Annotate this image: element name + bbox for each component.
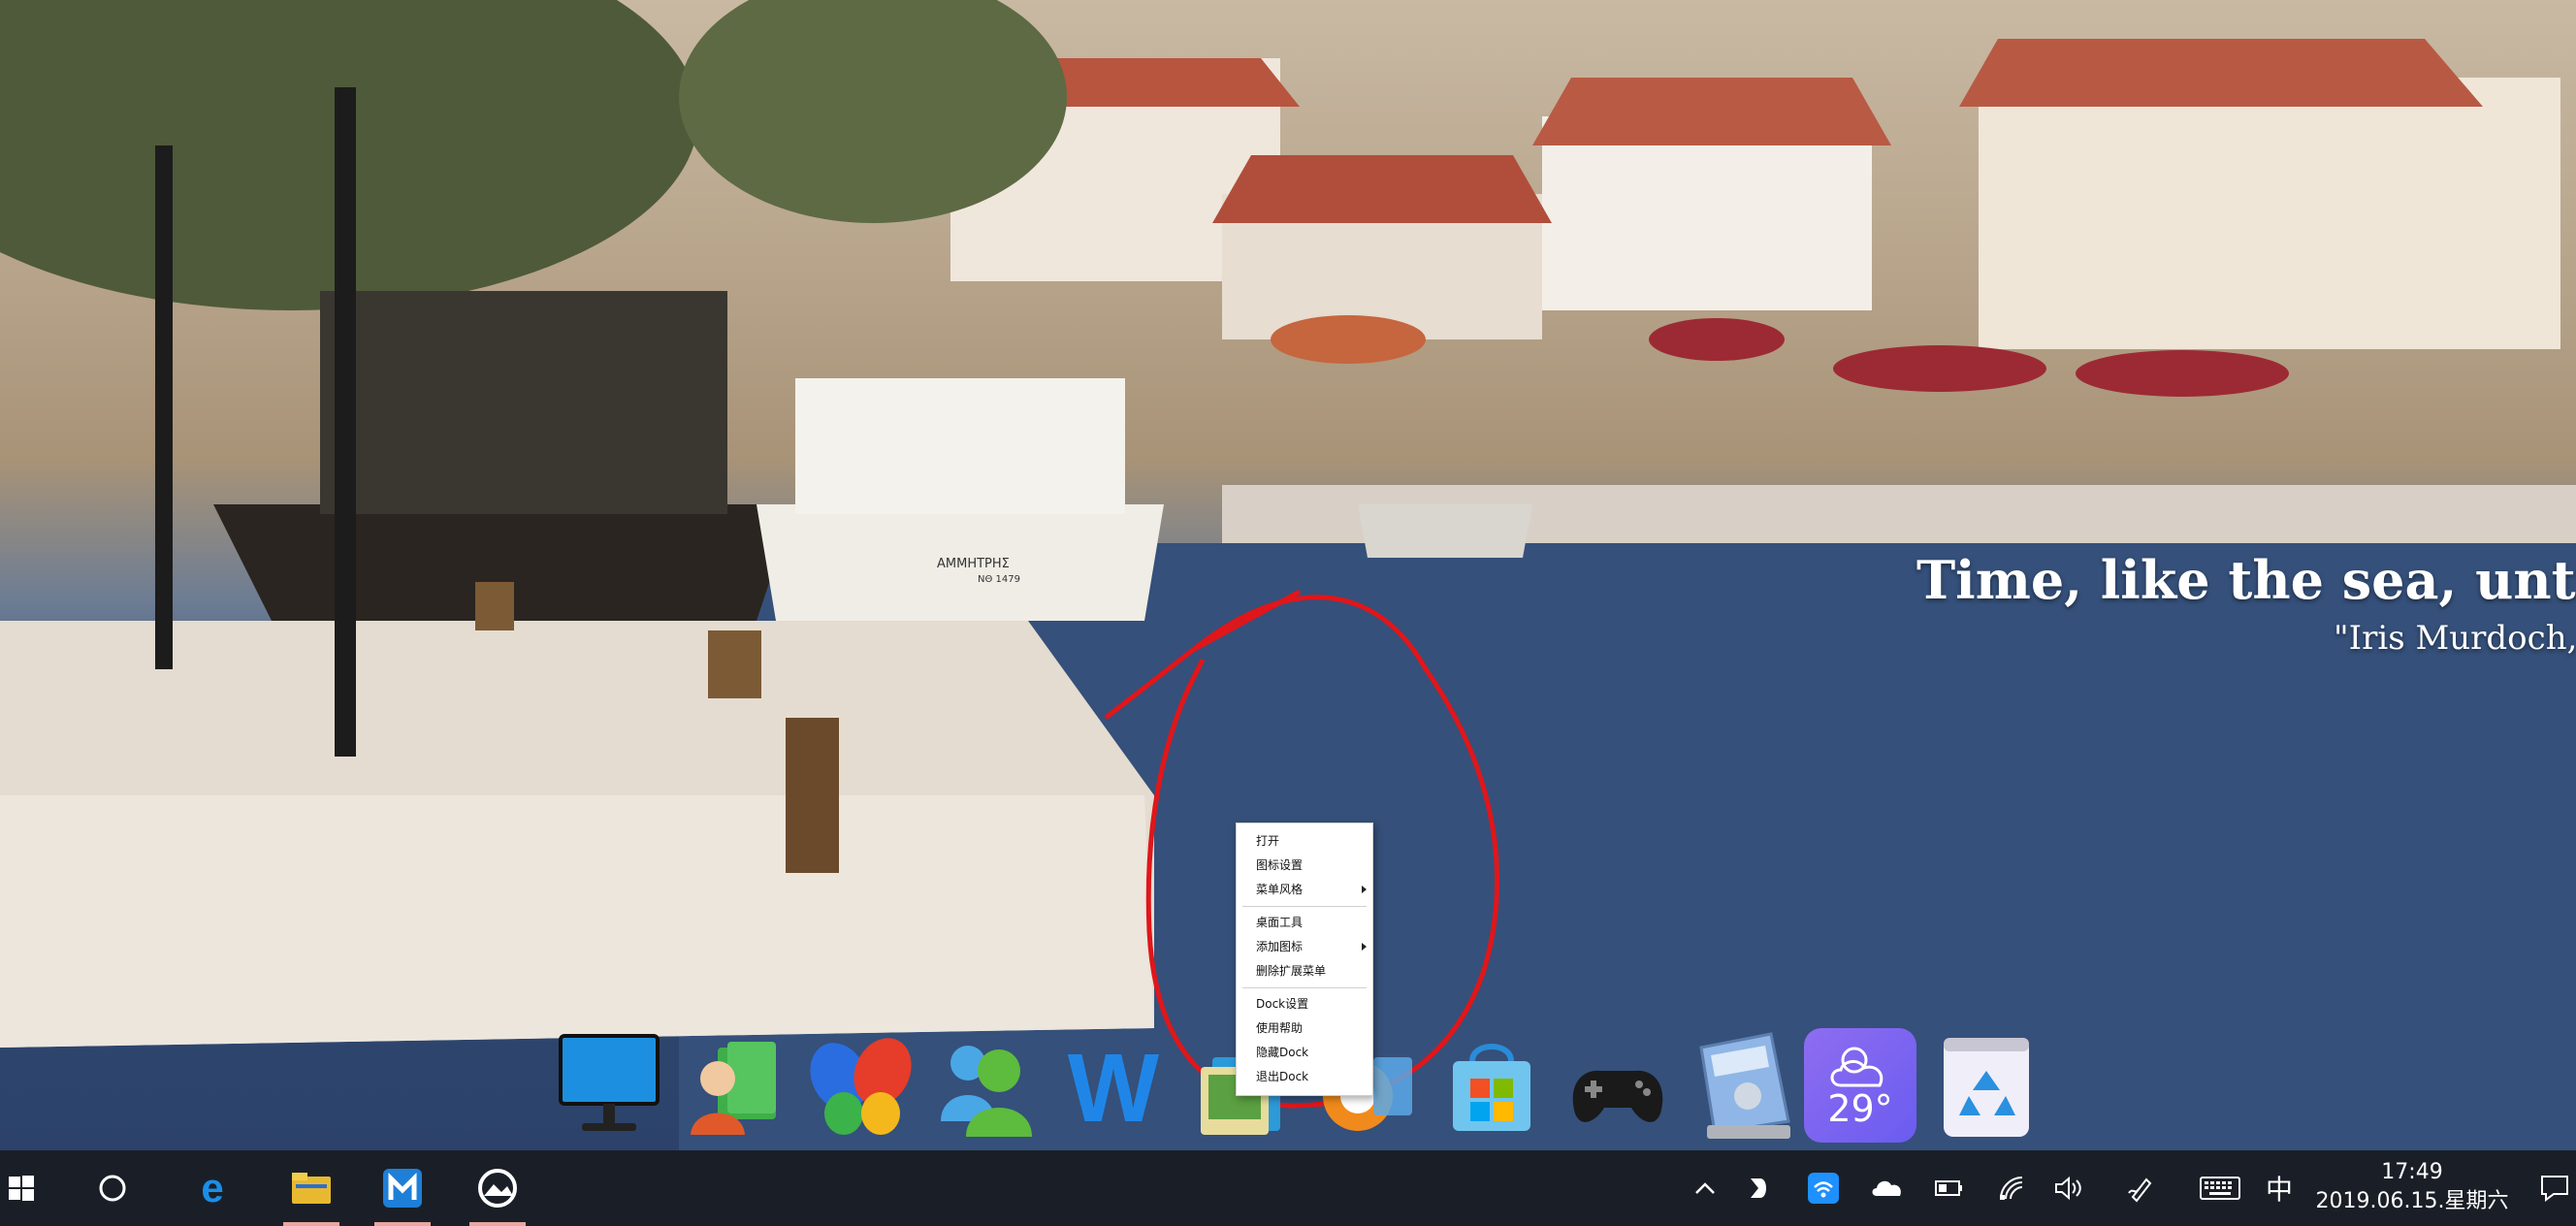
taskbar: e 中 17:49 2019.06.15.星期六 — [0, 1150, 2576, 1226]
menu-separator — [1242, 906, 1367, 907]
boat-name-lettering: ΑΜΜΗΤΡΗΣ — [937, 557, 1010, 571]
weather-widget[interactable]: 29° — [1804, 1028, 1916, 1143]
wallpaper-quote: Time, like the sea, unties all no — [1916, 549, 2576, 611]
submenu-arrow-icon — [1362, 943, 1367, 951]
word-icon[interactable]: W — [1057, 1028, 1170, 1143]
boat-registration-lettering: ΝΘ 1479 — [978, 574, 1020, 585]
input-method-label: 中 — [2265, 1174, 2293, 1206]
maxthon-icon[interactable] — [367, 1150, 438, 1226]
action-center-icon[interactable] — [2533, 1150, 2576, 1226]
clock-time: 17:49 — [2381, 1160, 2443, 1184]
msn-butterfly-icon[interactable] — [805, 1028, 918, 1143]
input-method-indicator[interactable]: 中 — [2258, 1150, 2301, 1226]
gamepad-icon[interactable] — [1562, 1028, 1674, 1143]
desktop[interactable]: ΑΜΜΗΤΡΗΣ ΝΘ 1479 Time, like the sea, unt… — [0, 0, 2576, 1150]
cortana-icon[interactable] — [81, 1150, 144, 1226]
edge-icon[interactable]: e — [180, 1150, 244, 1226]
weather-icon — [1830, 1047, 1884, 1087]
photos-icon[interactable] — [462, 1150, 533, 1226]
start-icon[interactable] — [0, 1150, 43, 1226]
monitor-icon[interactable] — [553, 1028, 665, 1143]
clock-date: 2019.06.15.星期六 — [2315, 1189, 2509, 1213]
onedrive-icon[interactable] — [1864, 1150, 1911, 1226]
menu-item-menu-style[interactable]: 菜单风格 — [1237, 878, 1372, 902]
network-signal-icon[interactable] — [1990, 1150, 2033, 1226]
menu-item-icon-settings[interactable]: 图标设置 — [1237, 854, 1372, 878]
menu-item-help[interactable]: 使用帮助 — [1237, 1016, 1372, 1041]
menu-item-remove-extension-menu[interactable]: 删除扩展菜单 — [1237, 959, 1372, 984]
submenu-arrow-icon — [1362, 886, 1367, 893]
menu-item-open[interactable]: 打开 — [1237, 829, 1372, 854]
keyboard-icon[interactable] — [2196, 1150, 2244, 1226]
wifi-app-icon[interactable] — [1802, 1150, 1845, 1226]
svg-text:e: e — [201, 1169, 223, 1208]
menu-item-hide-dock[interactable]: 隐藏Dock — [1237, 1041, 1372, 1065]
chevron-up-icon[interactable] — [1684, 1150, 1726, 1226]
dock-context-menu: 打开 图标设置 菜单风格 桌面工具 添加图标 删除扩展菜单 Dock设置 使用帮… — [1236, 823, 1373, 1096]
messenger-icon[interactable] — [931, 1028, 1044, 1143]
battery-icon[interactable] — [1928, 1150, 1971, 1226]
menu-item-dock-settings[interactable]: Dock设置 — [1237, 992, 1372, 1016]
running-indicator — [374, 1222, 431, 1226]
running-indicator — [283, 1222, 339, 1226]
contacts-icon[interactable] — [679, 1028, 791, 1143]
svg-text:W: W — [1068, 1034, 1160, 1143]
running-indicator — [469, 1222, 526, 1226]
menu-item-desktop-tools[interactable]: 桌面工具 — [1237, 911, 1372, 935]
wallpaper-quote-author: "Iris Murdoch, Se — [2334, 619, 2576, 658]
recycle-bin-icon[interactable] — [1930, 1028, 2043, 1143]
menu-item-add-icon[interactable]: 添加图标 — [1237, 935, 1372, 959]
calculator-icon[interactable] — [1688, 1028, 1800, 1143]
weather-temperature: 29° — [1827, 1087, 1893, 1130]
menu-separator — [1242, 987, 1367, 988]
pen-workspace-icon[interactable] — [2120, 1150, 2163, 1226]
volume-icon[interactable] — [2046, 1150, 2091, 1226]
dock-tray-icon[interactable] — [1738, 1150, 1781, 1226]
system-clock[interactable]: 17:49 2019.06.15.星期六 — [2301, 1158, 2524, 1216]
store-bag-icon[interactable] — [1435, 1028, 1548, 1143]
file-explorer-icon[interactable] — [275, 1150, 347, 1226]
menu-item-exit-dock[interactable]: 退出Dock — [1237, 1065, 1372, 1089]
